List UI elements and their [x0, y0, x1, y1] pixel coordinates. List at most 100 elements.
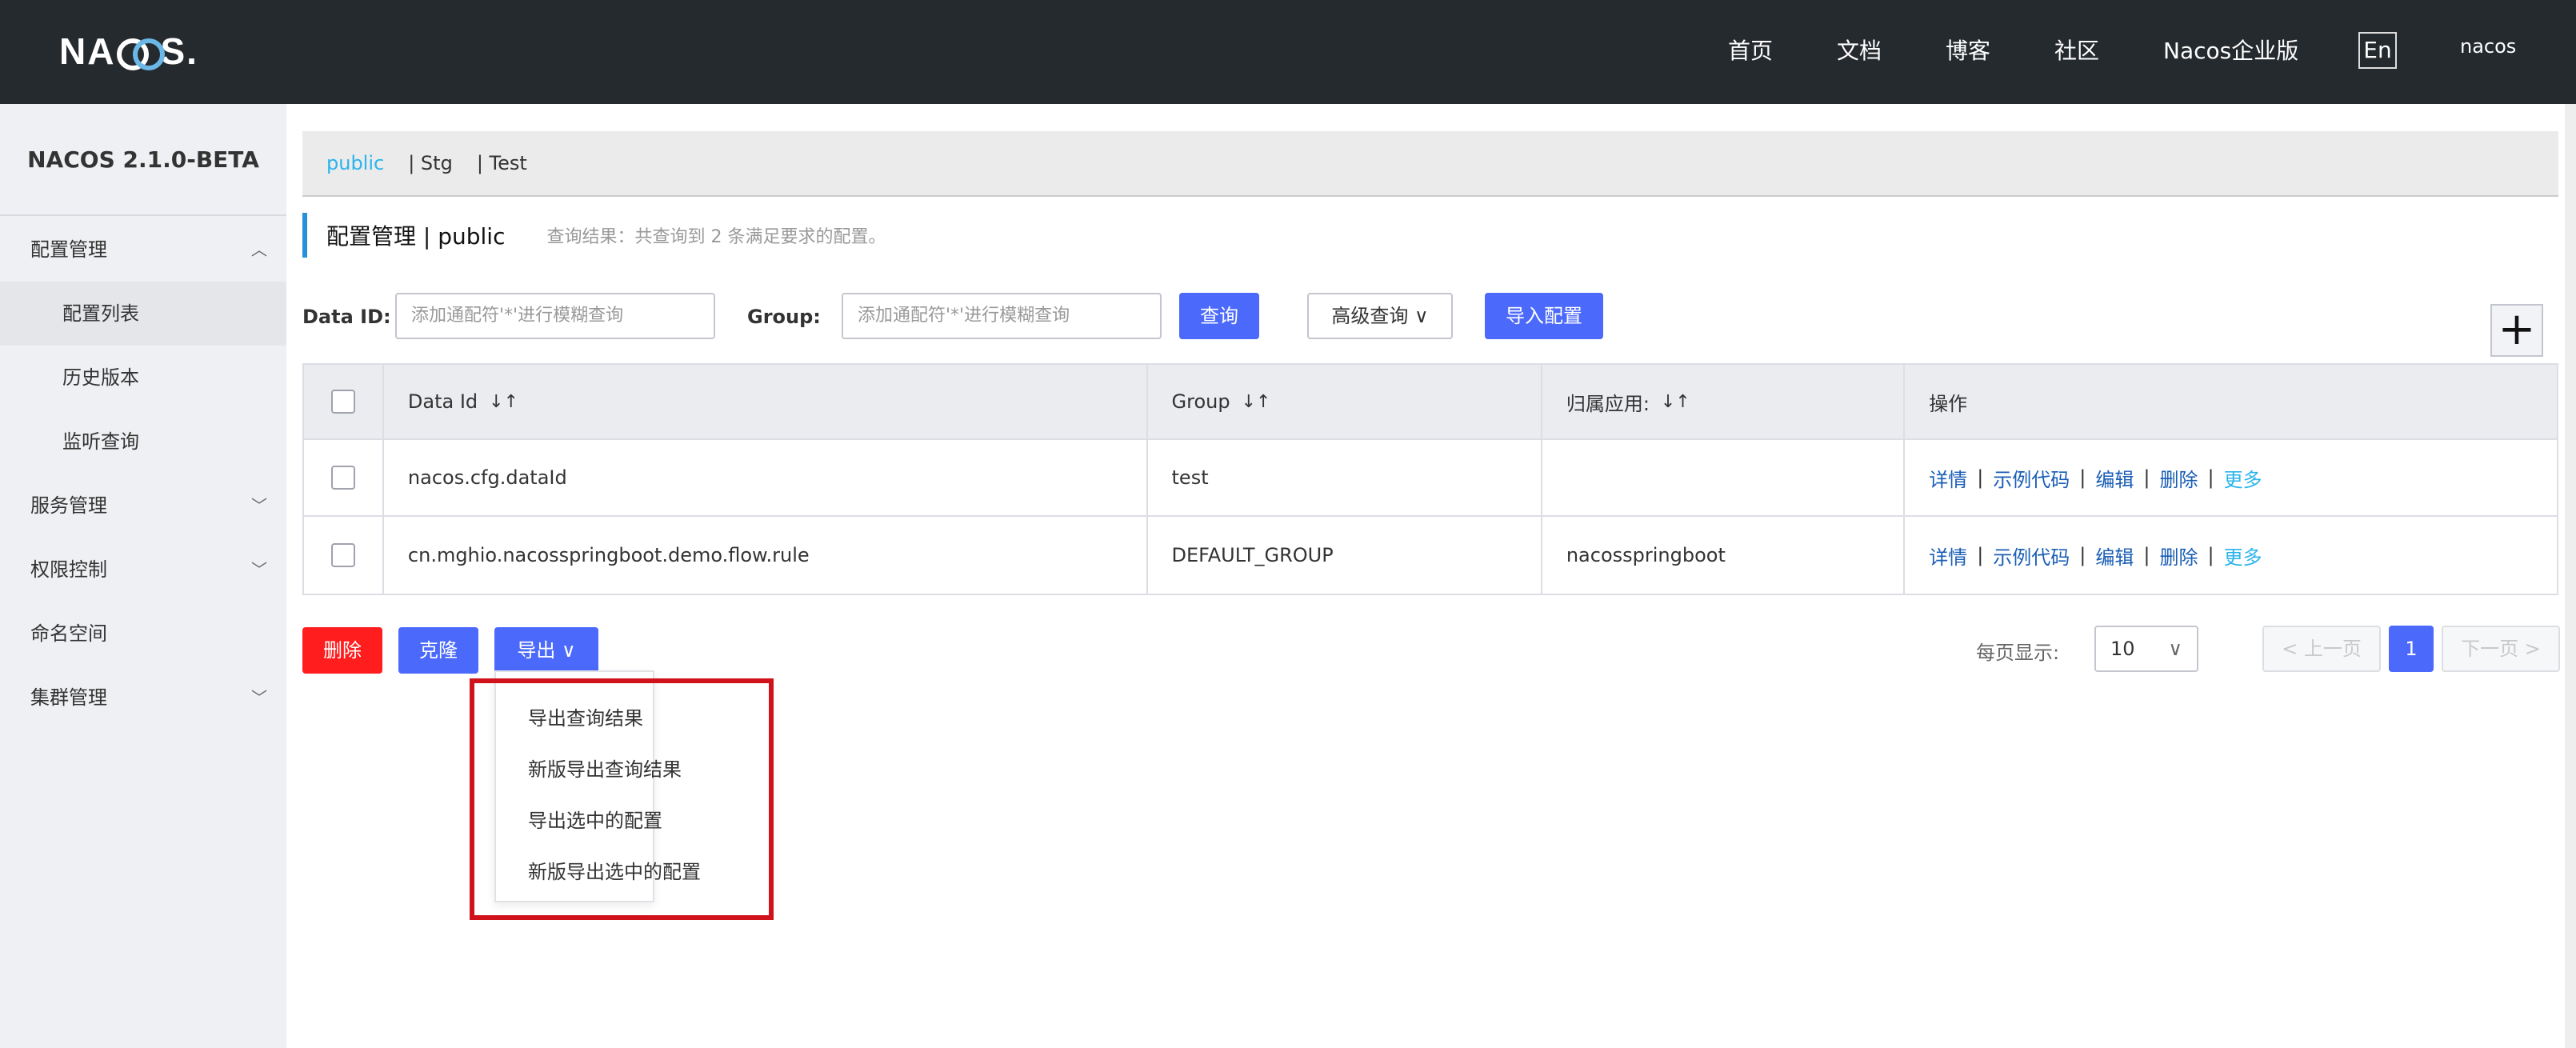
config-table: Data Id ↓↑ Group ↓↑ 归属应用: ↓↑ 操作 nacos.cfg.d… [302, 363, 2558, 595]
prev-page-label: 上一页 [2303, 638, 2362, 660]
namespace-test[interactable]: | Test [477, 152, 527, 174]
header-dataid-label: Data Id [407, 390, 478, 413]
chevron-down-icon: ﹀ [251, 560, 267, 579]
header-app[interactable]: 归属应用: ↓↑ [1542, 365, 1906, 438]
advanced-query-button[interactable]: 高级查询 ∨ [1307, 293, 1453, 339]
chevron-down-icon: ﹀ [251, 688, 267, 707]
table-header: Data Id ↓↑ Group ↓↑ 归属应用: ↓↑ 操作 [304, 365, 2557, 440]
nav-home[interactable]: 首页 [1728, 34, 1773, 69]
sidebar-item-config-management[interactable]: 配置管理 ︿ [0, 218, 286, 282]
namespace-public[interactable]: public [326, 152, 384, 174]
nacos-logo[interactable]: NA S. [59, 27, 198, 75]
table-row: cn.mghio.nacosspringboot.demo.flow.rule … [304, 517, 2557, 594]
header-app-label: 归属应用: [1566, 392, 1650, 415]
import-config-button[interactable]: 导入配置 [1485, 293, 1603, 339]
chevron-left-icon: < [2282, 638, 2304, 660]
sidebar-item-label: 服务管理 [30, 494, 107, 517]
advanced-query-label: 高级查询 [1331, 305, 1409, 327]
nav-enterprise[interactable]: Nacos企业版 [2163, 34, 2298, 69]
page-title-text: 配置管理 | public [326, 223, 506, 250]
delete-link[interactable]: 删除 [2159, 464, 2198, 492]
chevron-down-icon: ∨ [2168, 638, 2182, 660]
page-size-value: 10 [2110, 638, 2135, 660]
nav-community[interactable]: 社区 [2054, 34, 2099, 69]
row-checkbox-cell [304, 440, 384, 515]
sidebar-item-history[interactable]: 历史版本 [0, 346, 286, 410]
current-page[interactable]: 1 [2389, 626, 2434, 672]
top-navbar: NA S. 首页 文档 博客 社区 Nacos企业版 En nacos [0, 0, 2576, 104]
header-group-label: Group [1171, 390, 1230, 413]
cell-app: nacosspringboot [1542, 517, 1906, 594]
nav-docs[interactable]: 文档 [1837, 34, 1882, 69]
export-label: 导出 [517, 639, 556, 662]
row-checkbox-cell [304, 517, 384, 594]
sample-code-link[interactable]: 示例代码 [1993, 542, 2070, 570]
cell-dataid: cn.mghio.nacosspringboot.demo.flow.rule [384, 517, 1148, 594]
sidebar-item-label: 集群管理 [30, 686, 107, 709]
cell-operations: 详情 | 示例代码 | 编辑 | 删除 | 更多 [1905, 517, 2557, 594]
detail-link[interactable]: 详情 [1929, 464, 1967, 492]
chevron-up-icon: ︿ [251, 240, 267, 259]
sidebar-item-label: 权限控制 [30, 558, 107, 581]
header-operations: 操作 [1929, 392, 1968, 415]
chevron-down-icon: ﹀ [251, 496, 267, 515]
page-title: 配置管理 | public 查询结果：共查询到 2 条满足要求的配置。 [302, 213, 886, 258]
sidebar-title: NACOS 2.1.0-BETA [0, 104, 286, 216]
sidebar-item-config-list[interactable]: 配置列表 [0, 282, 286, 346]
row-checkbox[interactable] [331, 543, 355, 567]
cell-operations: 详情 | 示例代码 | 编辑 | 删除 | 更多 [1905, 440, 2557, 515]
namespace-stg[interactable]: | Stg [408, 152, 453, 174]
dataid-label: Data ID: [302, 306, 391, 328]
sidebar-item-label: 配置管理 [30, 238, 107, 261]
sidebar-item-access-control[interactable]: 权限控制 ﹀ [0, 538, 286, 602]
sidebar-item-cluster-management[interactable]: 集群管理 ﹀ [0, 666, 286, 730]
header-group[interactable]: Group ↓↑ [1148, 365, 1542, 438]
group-label: Group: [747, 306, 821, 328]
detail-link[interactable]: 详情 [1929, 542, 1967, 570]
table-row: nacos.cfg.dataId test 详情 | 示例代码 | 编辑 | 删除 | … [304, 440, 2557, 517]
sample-code-link[interactable]: 示例代码 [1993, 464, 2070, 492]
next-page-label: 下一页 [2461, 638, 2519, 660]
annotation-highlight-box [470, 678, 774, 920]
select-all-checkbox[interactable] [331, 390, 355, 414]
header-dataid[interactable]: Data Id ↓↑ [384, 365, 1148, 438]
edit-link[interactable]: 编辑 [2095, 542, 2134, 570]
query-button[interactable]: 查询 [1179, 293, 1259, 339]
sort-icon[interactable]: ↓↑ [1661, 392, 1690, 412]
cell-group: DEFAULT_GROUP [1148, 517, 1542, 594]
sidebar: NACOS 2.1.0-BETA 配置管理 ︿ 配置列表 历史版本 监听查询 服… [0, 104, 286, 1048]
nav-blog[interactable]: 博客 [1946, 34, 1990, 69]
bulk-delete-button[interactable]: 删除 [302, 627, 382, 674]
header-checkbox-cell [304, 365, 384, 438]
sidebar-item-namespace[interactable]: 命名空间 [0, 602, 286, 666]
sort-icon[interactable]: ↓↑ [1242, 392, 1271, 412]
cell-app [1542, 440, 1906, 515]
more-link[interactable]: 更多 [2224, 542, 2262, 570]
dataid-input[interactable]: 添加通配符'*'进行模糊查询 [395, 293, 715, 339]
logo-rings-icon [117, 35, 166, 70]
more-link[interactable]: 更多 [2224, 464, 2262, 492]
next-page-button[interactable]: 下一页 > [2442, 626, 2560, 672]
namespace-bar: public | Stg | Test [302, 131, 2558, 197]
chevron-down-icon: ∨ [562, 639, 576, 662]
chevron-right-icon: > [2518, 638, 2541, 660]
delete-link[interactable]: 删除 [2159, 542, 2198, 570]
sidebar-item-listener-query[interactable]: 监听查询 [0, 410, 286, 474]
scrollbar[interactable] [2565, 104, 2576, 1048]
page-size-select[interactable]: 10 ∨ [2094, 626, 2198, 672]
chevron-down-icon: ∨ [1414, 305, 1429, 327]
edit-link[interactable]: 编辑 [2095, 464, 2134, 492]
sort-icon[interactable]: ↓↑ [489, 392, 518, 412]
row-checkbox[interactable] [331, 466, 355, 490]
export-button[interactable]: 导出 ∨ [494, 627, 598, 674]
cell-dataid: nacos.cfg.dataId [384, 440, 1148, 515]
prev-page-button[interactable]: < 上一页 [2262, 626, 2381, 672]
clone-button[interactable]: 克隆 [398, 627, 478, 674]
language-toggle[interactable]: En [2358, 32, 2397, 69]
sidebar-item-service-management[interactable]: 服务管理 ﹀ [0, 474, 286, 538]
add-config-button[interactable]: + [2490, 304, 2543, 357]
user-name[interactable]: nacos [2460, 35, 2516, 58]
query-result-hint: 查询结果：共查询到 2 条满足要求的配置。 [546, 227, 886, 247]
cell-group: test [1148, 440, 1542, 515]
group-input[interactable]: 添加通配符'*'进行模糊查询 [842, 293, 1162, 339]
